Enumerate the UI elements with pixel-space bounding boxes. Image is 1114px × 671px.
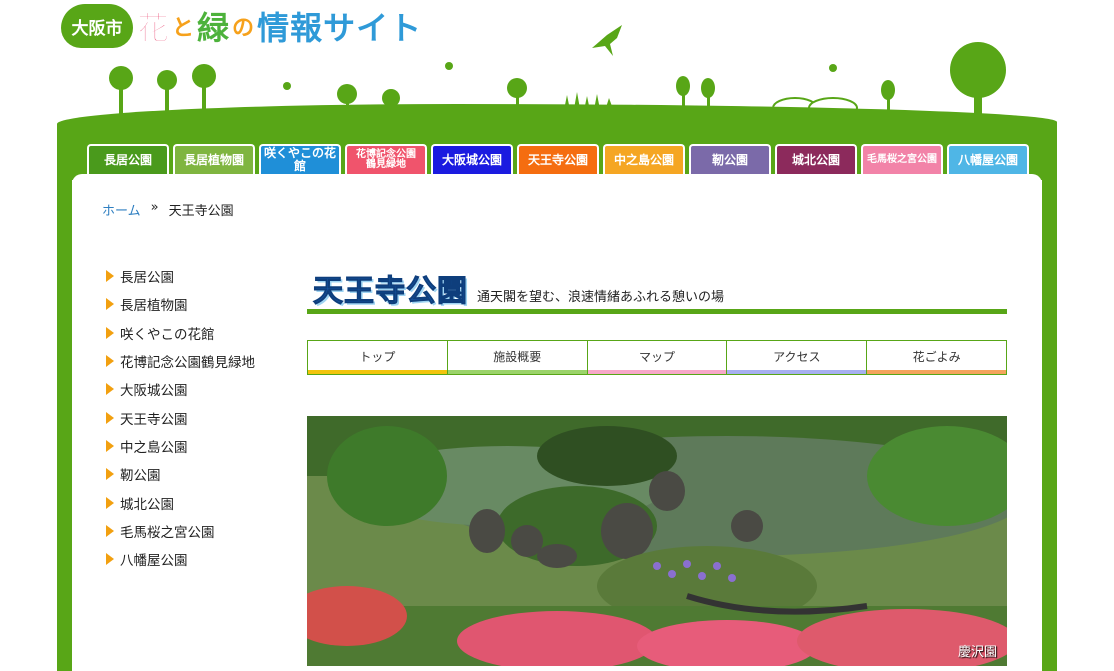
sidebar-item[interactable]: 靭公園 (106, 460, 296, 488)
arrow-right-icon (106, 468, 114, 481)
subtab-map[interactable]: マップ (587, 341, 728, 374)
park-title: 天王寺公園 (313, 274, 468, 310)
sidebar-item[interactable]: 花博記念公園鶴見緑地 (106, 347, 296, 375)
main-content: 天王寺公園 通天閣を望む、浪速情緒あふれる憩いの場 トップ 施設概要 マップ ア… (307, 262, 1007, 666)
sidebar-item-label: 毛馬桜之宮公園 (120, 524, 215, 541)
sidebar-item[interactable]: 八幡屋公園 (106, 545, 296, 573)
content-panel: ホーム » 天王寺公園 長居公園 長居植物園 咲くやこの花館 花博記念公園鶴見緑… (72, 174, 1042, 671)
tab-yawataya-park[interactable]: 八幡屋公園 (947, 144, 1029, 174)
sidebar-item[interactable]: 大阪城公園 (106, 375, 296, 403)
green-border-right (1042, 180, 1057, 671)
sidebar-item[interactable]: 長居公園 (106, 262, 296, 290)
subtab-label: トップ (359, 350, 396, 364)
subtab-underline (447, 370, 587, 374)
title-part-1: 花 (136, 9, 171, 48)
title-part-5: 情報サイト (257, 9, 423, 47)
park-tabs: 長居公園 長居植物園 咲くやこの花館 花博記念公園 鶴見緑地 大阪城公園 天王寺… (87, 144, 1029, 174)
breadcrumb-current: 天王寺公園 (168, 204, 234, 219)
arrow-right-icon (106, 411, 114, 424)
tab-tennoji-park[interactable]: 天王寺公園 (517, 144, 599, 174)
arrow-right-icon (106, 524, 114, 537)
grass-band (57, 104, 1057, 140)
tab-nakanoshima-park[interactable]: 中之島公園 (603, 144, 685, 174)
garden-photo-illustration (307, 416, 1007, 666)
sidebar-item-label: 中之島公園 (120, 439, 188, 456)
title-part-3: 緑 (197, 9, 231, 47)
park-subtitle: 通天閣を望む、浪速情緒あふれる憩いの場 (477, 290, 725, 305)
site-title-logo[interactable]: 花 と 緑 の 情報サイト (136, 6, 423, 48)
sidebar-item[interactable]: 城北公園 (106, 488, 296, 516)
tab-utsubo-park[interactable]: 靭公園 (689, 144, 771, 174)
garden-photo: 慶沢園 (307, 416, 1007, 666)
sidebar-item[interactable]: 長居植物園 (106, 290, 296, 318)
subtab-underline (867, 370, 1006, 374)
sidebar-park-list: 長居公園 長居植物園 咲くやこの花館 花博記念公園鶴見緑地 大阪城公園 天王寺公… (106, 262, 296, 573)
arrow-right-icon (106, 326, 114, 339)
subtab-underline (587, 370, 727, 374)
title-part-4: の (232, 16, 256, 41)
city-logo[interactable]: 大阪市 (61, 4, 133, 48)
site-header: 大阪市 花 と 緑 の 情報サイト (57, 0, 1057, 140)
photo-caption: 慶沢園 (957, 645, 997, 660)
arrow-right-icon (106, 439, 114, 452)
arrow-right-icon (106, 298, 114, 311)
arrow-right-icon (106, 496, 114, 509)
breadcrumb-separator-icon: » (150, 200, 159, 215)
sidebar-item-label: 長居公園 (120, 270, 174, 287)
sidebar-item[interactable]: 天王寺公園 (106, 403, 296, 431)
park-title-row: 天王寺公園 通天閣を望む、浪速情緒あふれる憩いの場 (307, 262, 1007, 314)
sidebar-item-label: 靭公園 (120, 468, 161, 485)
subtab-underline (308, 370, 447, 374)
sidebar-item-label: 花博記念公園鶴見緑地 (120, 355, 255, 372)
arrow-right-icon (106, 553, 114, 566)
sidebar-item[interactable]: 中之島公園 (106, 432, 296, 460)
subtab-access[interactable]: アクセス (727, 341, 868, 374)
subtab-label: 施設概要 (493, 350, 542, 364)
tab-tsurumi-ryokuchi[interactable]: 花博記念公園 鶴見緑地 (345, 144, 427, 174)
sidebar-item[interactable]: 毛馬桜之宮公園 (106, 517, 296, 545)
arrow-right-icon (106, 270, 114, 283)
sidebar-item-label: 長居植物園 (120, 298, 188, 315)
tab-osaka-castle-park[interactable]: 大阪城公園 (431, 144, 513, 174)
title-part-2: と (172, 16, 196, 41)
park-subnav: トップ 施設概要 マップ アクセス 花ごよみ (307, 340, 1007, 375)
subtab-top[interactable]: トップ (308, 341, 448, 374)
subtab-facilities[interactable]: 施設概要 (447, 341, 588, 374)
arrow-right-icon (106, 355, 114, 368)
sidebar-item-label: 城北公園 (120, 496, 174, 513)
arrow-right-icon (106, 383, 114, 396)
subtab-underline (727, 370, 867, 374)
tab-kema-sakuranomiya[interactable]: 毛馬桜之宮公園 (861, 144, 943, 174)
sidebar-item-label: 大阪城公園 (120, 383, 188, 400)
page-frame: 大阪市 花 と 緑 の 情報サイト 長居公園 長居植物園 咲くやこの花館 花博記… (57, 0, 1057, 671)
breadcrumb: ホーム » 天王寺公園 (102, 200, 234, 219)
sidebar-item-label: 天王寺公園 (120, 411, 188, 428)
sidebar-item-label: 咲くやこの花館 (120, 326, 215, 343)
subtab-label: マップ (638, 350, 675, 364)
sidebar-item-label: 八幡屋公園 (120, 553, 188, 570)
breadcrumb-home-link[interactable]: ホーム (102, 200, 141, 219)
tab-nagai-botanical[interactable]: 長居植物園 (173, 144, 255, 174)
tab-shirokita-park[interactable]: 城北公園 (775, 144, 857, 174)
green-border-left (57, 180, 72, 671)
subtab-label: アクセス (773, 350, 821, 364)
subtab-flower-calendar[interactable]: 花ごよみ (867, 341, 1006, 374)
tab-sakuyakonohana[interactable]: 咲くやこの花館 (259, 144, 341, 174)
sidebar-item[interactable]: 咲くやこの花館 (106, 319, 296, 347)
tab-nagai-park[interactable]: 長居公園 (87, 144, 169, 174)
subtab-label: 花ごよみ (912, 350, 961, 364)
